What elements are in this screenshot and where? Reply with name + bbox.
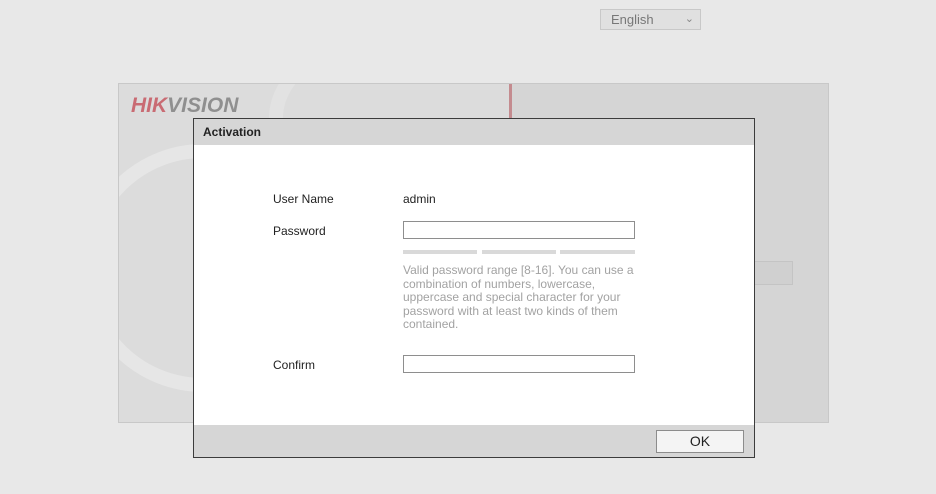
confirm-password-input[interactable] xyxy=(403,355,635,373)
password-strength-bar xyxy=(482,250,556,254)
activation-dialog: Activation User Name admin Password Vali… xyxy=(193,118,755,458)
confirm-label: Confirm xyxy=(273,358,316,372)
chevron-down-icon: ⌄ xyxy=(684,13,694,25)
password-strength-bar xyxy=(560,250,635,254)
hikvision-logo: HIKVISION xyxy=(131,94,239,117)
password-strength-bar xyxy=(403,250,477,254)
dialog-footer: OK xyxy=(194,425,754,457)
password-hint: Valid password range [8-16]. You can use… xyxy=(403,263,634,331)
dialog-header: Activation xyxy=(194,119,754,145)
dialog-title: Activation xyxy=(203,125,262,139)
language-select[interactable]: English ⌄ xyxy=(600,9,701,30)
username-label: User Name xyxy=(273,192,334,206)
ok-button[interactable]: OK xyxy=(656,430,744,453)
username-value: admin xyxy=(403,192,436,206)
password-label: Password xyxy=(273,224,326,238)
password-input[interactable] xyxy=(403,221,635,239)
